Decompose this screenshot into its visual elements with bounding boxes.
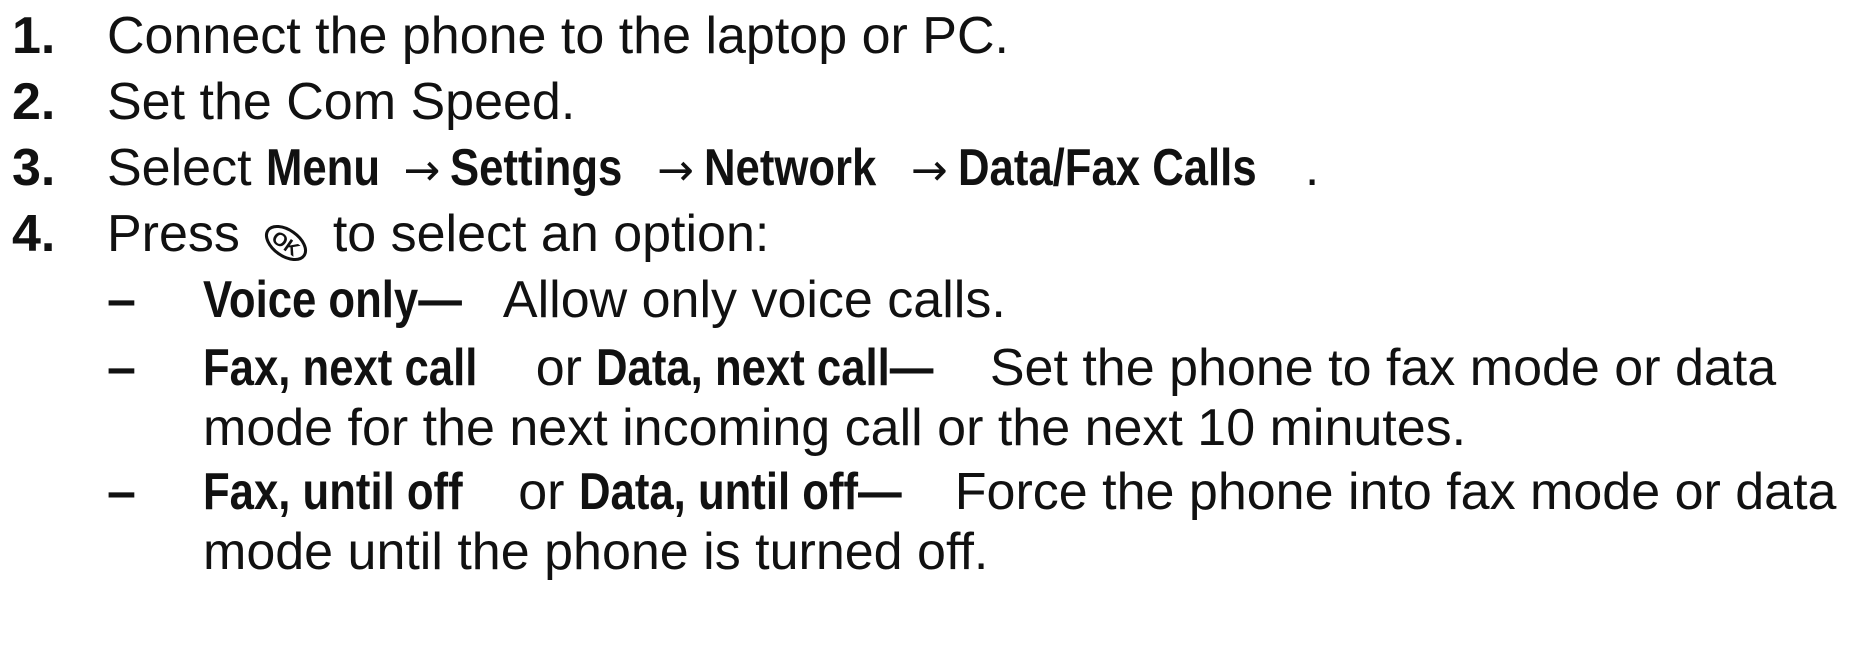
step-prefix: Select: [107, 139, 266, 197]
arrow-right-icon: →: [403, 145, 441, 196]
step-number: 4.: [12, 205, 56, 263]
option-term-data: Data, until off—: [578, 463, 902, 521]
step-text: Press OK to select an option:: [107, 204, 769, 264]
option-or: or: [503, 463, 579, 521]
bullet-dash: –: [107, 463, 136, 521]
option-term-data: Data, next call—: [596, 339, 934, 397]
bullet-dash: –: [107, 271, 136, 329]
step-text: Connect the phone to the laptop or PC.: [107, 7, 1009, 65]
step-number: 3.: [12, 139, 56, 197]
menu-path-menu: Menu: [265, 139, 381, 197]
arrow-right-icon: →: [910, 145, 948, 196]
step-number: 2.: [12, 73, 56, 131]
instruction-list: 1. Connect the phone to the laptop or PC…: [0, 0, 1860, 664]
svg-text:OK: OK: [268, 227, 304, 261]
option-or: or: [521, 339, 597, 397]
option-text: Fax, next call or Data, next call— Set th…: [203, 338, 1853, 458]
option-desc: Allow only voice calls.: [502, 271, 1006, 329]
step-text: Set the Com Speed.: [107, 73, 576, 131]
step-number: 1.: [12, 7, 56, 65]
option-term: Voice only—: [203, 271, 462, 329]
menu-path-data-fax-calls: Data/Fax Calls: [957, 139, 1257, 197]
step-text: Select Menu → Settings → Network → Data/Fax Ca…: [107, 138, 1319, 201]
step-suffix: .: [1304, 139, 1320, 197]
step-prefix: Press: [107, 205, 255, 263]
option-term-fax: Fax, next call: [203, 339, 478, 397]
menu-path-network: Network: [704, 139, 877, 197]
option-text: Fax, until off or Data, until off— Force …: [203, 462, 1853, 582]
option-term-fax: Fax, until off: [203, 463, 463, 521]
option-text: Voice only— Allow only voice calls.: [203, 270, 1853, 330]
arrow-right-icon: →: [657, 145, 695, 196]
bullet-dash: –: [107, 339, 136, 397]
ok-key-icon: OK: [258, 218, 314, 262]
step-suffix: to select an option:: [318, 205, 770, 263]
menu-path-settings: Settings: [450, 139, 623, 197]
